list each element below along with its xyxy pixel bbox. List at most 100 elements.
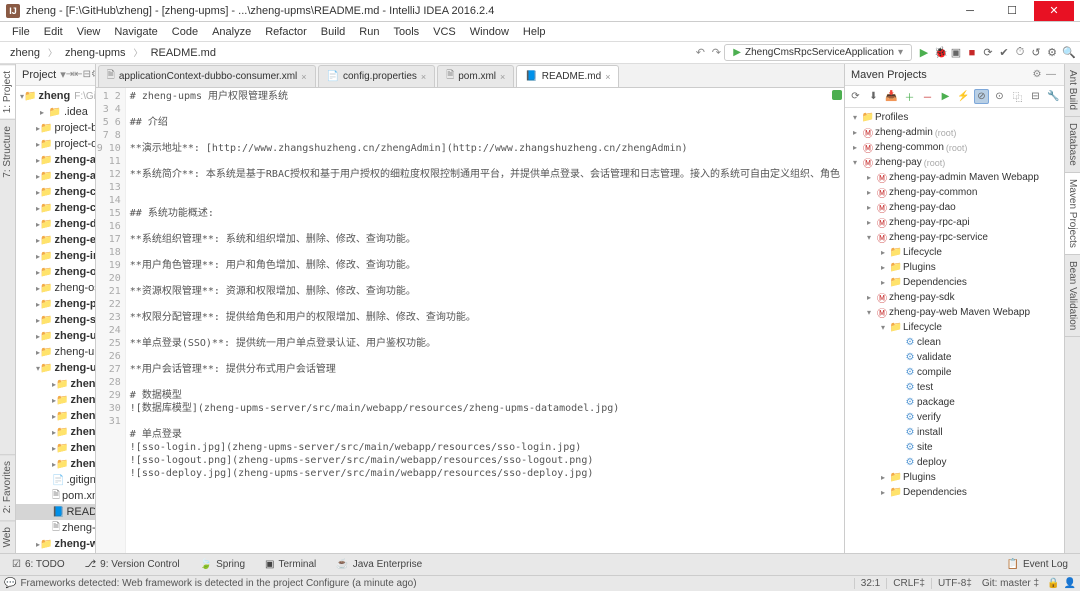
maximize-button[interactable]: ☐ — [992, 1, 1032, 21]
maven-tree-item[interactable]: ▸Ⓜzheng-pay-admin Maven Webapp — [845, 170, 1064, 185]
database-tool-tab[interactable]: Database — [1065, 117, 1080, 173]
project-tree-item[interactable]: 🗎pom.xml — [16, 488, 95, 504]
menu-tools[interactable]: Tools — [387, 24, 425, 40]
file-encoding[interactable]: UTF-8‡ — [931, 578, 978, 589]
skip-tests-icon[interactable]: ⊙ — [992, 89, 1007, 104]
project-tree-item[interactable]: 🗎zheng-upms.iml — [16, 520, 95, 536]
close-tab-icon[interactable]: × — [421, 72, 426, 82]
download-sources-icon[interactable]: 📥 — [884, 89, 899, 104]
maven-tree-item[interactable]: ▸📁Lifecycle — [845, 245, 1064, 260]
breadcrumb-item[interactable]: zheng — [4, 45, 46, 61]
maven-tree-item[interactable]: ⚙install — [845, 425, 1064, 440]
show-deps-icon[interactable]: ⿻ — [1010, 89, 1025, 104]
project-tree-item[interactable]: ▸📁zheng-ui — [16, 344, 95, 360]
project-tree[interactable]: ▾📁zhengF:\GitHub\zheng▸📁.idea▸📁project-b… — [16, 86, 95, 553]
bean-validation-tool-tab[interactable]: Bean Validation — [1065, 255, 1080, 337]
vcs-revert-button[interactable]: ↺ — [1028, 46, 1044, 59]
line-separator[interactable]: CRLF‡ — [886, 578, 931, 589]
collapse-all-icon[interactable]: ⊟ — [83, 69, 91, 80]
maven-tree-item[interactable]: ▸📁Dependencies — [845, 275, 1064, 290]
menu-navigate[interactable]: Navigate — [108, 24, 163, 40]
maven-tree-item[interactable]: ▸📁Plugins — [845, 260, 1064, 275]
autoscroll-from-source-icon[interactable]: ⇤ — [74, 69, 82, 80]
tree-twistie[interactable]: ▾ — [877, 323, 889, 332]
project-tree-item[interactable]: ▸📁zheng-pay — [16, 296, 95, 312]
favorites-tool-tab[interactable]: 2: Favorites — [0, 454, 15, 519]
readonly-lock-icon[interactable]: 🔒 — [1043, 578, 1063, 589]
maven-settings-icon[interactable]: 🔧 — [1046, 89, 1061, 104]
project-root[interactable]: ▾📁zhengF:\GitHub\zheng — [16, 88, 95, 104]
maven-tree-item[interactable]: ▸Ⓜzheng-admin(root) — [845, 125, 1064, 140]
maven-tree-item[interactable]: ▾📁Profiles — [845, 110, 1064, 125]
git-branch[interactable]: Git: master ‡ — [978, 578, 1043, 589]
project-tree-item[interactable]: ▸📁zheng-oa — [16, 264, 95, 280]
vcs-history-button[interactable]: ⏱ — [1012, 46, 1028, 59]
maven-tree-item[interactable]: ⚙validate — [845, 350, 1064, 365]
menu-refactor[interactable]: Refactor — [259, 24, 313, 40]
maven-tree-item[interactable]: ▸Ⓜzheng-pay-dao — [845, 200, 1064, 215]
editor-content[interactable]: # zheng-upms 用户权限管理系统 ## 介绍 **演示地址**: [h… — [126, 88, 844, 553]
bottom-tool-tab[interactable]: 🍃Spring — [192, 557, 253, 572]
maven-tree-item[interactable]: ▸Ⓜzheng-pay-sdk — [845, 290, 1064, 305]
run-config-selector[interactable]: ▶ ZhengCmsRpcServiceApplication ▾ — [724, 44, 912, 61]
maven-tool-tab[interactable]: Maven Projects — [1065, 173, 1080, 255]
collapse-all-icon[interactable]: ⊟ — [1028, 89, 1043, 104]
stop-button[interactable]: ■ — [964, 47, 980, 59]
project-tree-item[interactable]: ▸📁.idea — [16, 104, 95, 120]
project-tree-item[interactable]: ▸📁zheng-upms-rpc-api — [16, 424, 95, 440]
web-tool-tab[interactable]: Web — [0, 520, 15, 553]
tree-twistie[interactable]: ▸ — [36, 108, 48, 117]
tree-twistie[interactable]: ▸ — [877, 488, 889, 497]
maven-tree-item[interactable]: ▾Ⓜzheng-pay-web Maven Webapp — [845, 305, 1064, 320]
menu-view[interactable]: View — [71, 24, 107, 40]
tree-twistie[interactable]: ▸ — [849, 128, 861, 137]
ant-build-tool-tab[interactable]: Ant Build — [1065, 64, 1080, 117]
menu-file[interactable]: File — [6, 24, 36, 40]
menu-run[interactable]: Run — [353, 24, 385, 40]
editor-tab[interactable]: 🗎applicationContext-dubbo-consumer.xml× — [98, 65, 316, 87]
project-tree-item[interactable]: ▸📁zheng-upms-dao — [16, 408, 95, 424]
debug-button[interactable]: 🐞 — [932, 46, 948, 59]
structure-tool-tab[interactable]: 7: Structure — [0, 119, 15, 184]
project-tree-item[interactable]: ▸📁zheng-upms-common — [16, 392, 95, 408]
maven-tree-item[interactable]: ▾📁Lifecycle — [845, 320, 1064, 335]
project-tree-item[interactable]: ▸📁project-datamodel — [16, 136, 95, 152]
project-tree-item[interactable]: 📘README.md — [16, 504, 95, 520]
execute-goal-icon[interactable]: ⚡ — [956, 89, 971, 104]
project-tree-item[interactable]: ▸📁zheng-shop — [16, 312, 95, 328]
maven-tree-item[interactable]: ▸Ⓜzheng-pay-common — [845, 185, 1064, 200]
project-tree-item[interactable]: ▸📁zheng-ucenter — [16, 328, 95, 344]
gear-icon[interactable]: ⚙ — [1030, 69, 1044, 80]
hector-icon[interactable]: 👤 — [1064, 578, 1076, 589]
project-tree-item[interactable]: ▸📁zheng-wechat — [16, 536, 95, 552]
bottom-tool-tab[interactable]: ☑6: TODO — [4, 557, 73, 572]
tree-twistie[interactable]: ▸ — [863, 173, 875, 182]
tree-twistie[interactable]: ▸ — [849, 143, 861, 152]
editor-tab[interactable]: 📘README.md× — [516, 65, 619, 87]
maven-tree-item[interactable]: ⚙site — [845, 440, 1064, 455]
autoscroll-to-source-icon[interactable]: ⇥ — [66, 69, 74, 80]
project-tree-item[interactable]: ▸📁zheng-upms-rpc-service — [16, 440, 95, 456]
project-tree-item[interactable]: ▸📁zheng-upms-client — [16, 376, 95, 392]
bottom-tool-tab[interactable]: ⎇9: Version Control — [77, 557, 188, 572]
project-tool-tab[interactable]: 1: Project — [0, 64, 15, 119]
tree-twistie[interactable]: ▸ — [863, 203, 875, 212]
nav-forward-button[interactable]: ↷ — [708, 46, 724, 59]
remove-maven-project-icon[interactable]: － — [920, 89, 935, 104]
project-tree-item[interactable]: ▸📁zheng-cms — [16, 184, 95, 200]
project-tree-item[interactable]: ▾📁zheng-upms — [16, 360, 95, 376]
project-tree-item[interactable]: ▸📁zheng-admin — [16, 152, 95, 168]
project-tree-item[interactable]: 📄.gitignore — [16, 552, 95, 553]
vcs-update-button[interactable]: ⟳ — [980, 46, 996, 59]
close-tab-icon[interactable]: × — [500, 72, 505, 82]
add-maven-project-icon[interactable]: ＋ — [902, 89, 917, 104]
project-tree-item[interactable]: ▸📁zheng-upms-server — [16, 456, 95, 472]
close-button[interactable]: ✕ — [1034, 1, 1074, 21]
close-tab-icon[interactable]: × — [605, 72, 610, 82]
menu-analyze[interactable]: Analyze — [206, 24, 257, 40]
tree-twistie[interactable]: ▾ — [849, 113, 861, 122]
maven-tree-item[interactable]: ▸📁Plugins — [845, 470, 1064, 485]
maven-tree-item[interactable]: ⚙deploy — [845, 455, 1064, 470]
maven-tree-item[interactable]: ⚙test — [845, 380, 1064, 395]
menu-edit[interactable]: Edit — [38, 24, 69, 40]
